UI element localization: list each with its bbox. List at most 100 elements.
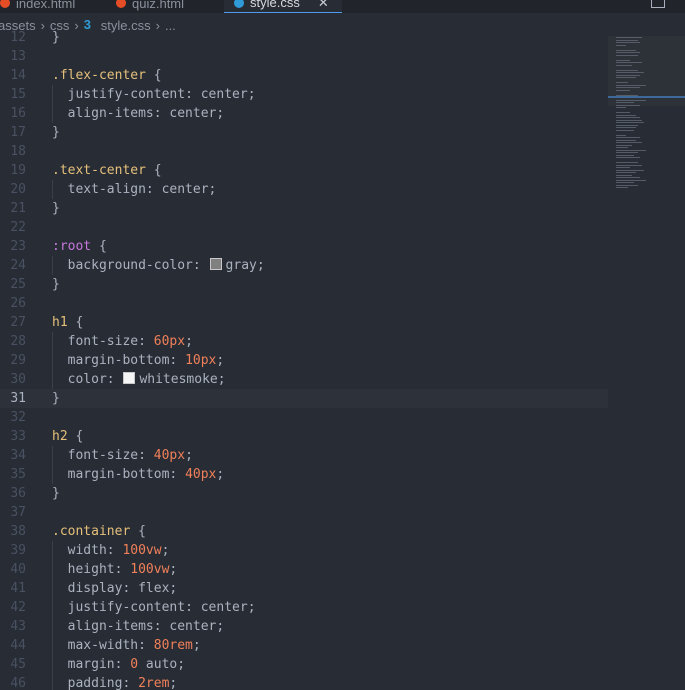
code-line[interactable]: 35 margin-bottom: 40px; — [0, 465, 608, 484]
line-number: 20 — [10, 182, 26, 197]
code-text: font-size: 60px; — [52, 332, 193, 351]
code-line[interactable]: 26 — [0, 294, 608, 313]
code-text: align-items: center; — [52, 617, 225, 636]
minimap[interactable] — [608, 27, 685, 690]
code-line[interactable]: 32 — [0, 408, 608, 427]
minimap-line — [616, 169, 644, 171]
line-number: 30 — [10, 372, 26, 387]
code-text: } — [52, 28, 60, 47]
code-line[interactable]: 16 align-items: center; — [0, 104, 608, 123]
tab-index-html[interactable]: index.html — [0, 0, 100, 13]
code-line[interactable]: 15 justify-content: center; — [0, 85, 608, 104]
code-line[interactable]: 13 — [0, 47, 608, 66]
tab-label: quiz.html — [132, 0, 185, 11]
code-token: ; — [177, 657, 186, 672]
code-text: :root { — [52, 237, 107, 256]
code-token: justify-content — [52, 600, 186, 615]
code-line[interactable]: 40 height: 100vw; — [0, 560, 608, 579]
css-icon — [234, 0, 244, 8]
minimap-line — [616, 42, 640, 43]
color-swatch-icon[interactable] — [209, 258, 222, 270]
code-line[interactable]: 14 .flex-center { — [0, 66, 608, 85]
code-line[interactable]: 44 max-width: 80rem; — [0, 636, 608, 655]
code-line[interactable]: 28 font-size: 60px; — [0, 332, 608, 351]
line-number: 23 — [10, 239, 26, 254]
line-number: 44 — [10, 638, 26, 653]
code-line[interactable]: 29 margin-bottom: 10px; — [0, 351, 608, 370]
code-line[interactable]: 23 :root { — [0, 237, 608, 256]
code-token: ; — [169, 562, 178, 577]
line-number: 26 — [10, 296, 26, 311]
code-line[interactable]: 46 padding: 2rem; — [0, 674, 608, 690]
code-text: margin-bottom: 10px; — [52, 351, 225, 370]
minimap-line — [616, 107, 626, 108]
code-line[interactable]: 18 — [0, 142, 608, 161]
code-token: ; — [216, 353, 225, 368]
code-line[interactable]: 31} — [0, 389, 608, 408]
code-token: 80rem — [153, 638, 193, 653]
code-line[interactable]: 22 — [0, 218, 608, 237]
code-token: ; — [192, 638, 201, 653]
code-token: : — [138, 334, 154, 349]
code-token: flex — [138, 581, 170, 596]
code-token: font-size — [52, 448, 139, 463]
line-number: 31 — [10, 391, 26, 406]
code-token: margin — [52, 657, 115, 672]
code-token: text-align — [52, 182, 146, 197]
code-token: } — [52, 201, 60, 216]
code-token: height — [52, 562, 115, 577]
code-line[interactable]: 41 display: flex; — [0, 579, 608, 598]
minimap-line — [616, 122, 644, 123]
line-number: 34 — [10, 448, 26, 463]
line-number: 25 — [10, 277, 26, 292]
code-line[interactable]: 21} — [0, 199, 608, 218]
minimap-cursor-line — [608, 96, 685, 98]
code-text: margin-bottom: 40px; — [52, 465, 225, 484]
code-line[interactable]: 24 background-color: gray; — [0, 256, 608, 275]
code-line[interactable]: 34 font-size: 40px; — [0, 446, 608, 465]
code-line[interactable]: 38 .container { — [0, 522, 608, 541]
code-line[interactable]: 43 align-items: center; — [0, 617, 608, 636]
code-token: ; — [169, 676, 178, 690]
code-line[interactable]: 27 h1 { — [0, 313, 608, 332]
color-swatch-icon[interactable] — [123, 372, 136, 384]
code-token: center — [200, 600, 248, 615]
code-token: .container — [52, 524, 131, 539]
code-editor[interactable]: 12} 13 14 .flex-center {15 justify-content:… — [0, 27, 608, 690]
close-icon[interactable]: ✕ — [318, 0, 329, 11]
minimap-line — [616, 164, 642, 166]
code-text: display: flex; — [52, 579, 178, 598]
code-token: center — [169, 106, 217, 121]
code-token: { — [67, 315, 84, 330]
line-number: 13 — [10, 49, 26, 64]
code-token: justify-content — [52, 87, 186, 102]
code-line[interactable]: 19 .text-center { — [0, 161, 608, 180]
code-line[interactable]: 30 color: whitesmoke; — [0, 370, 608, 389]
tab-style-css[interactable]: style.css ✕ — [224, 0, 342, 13]
code-line[interactable]: 36} — [0, 484, 608, 503]
code-token: : — [114, 562, 131, 577]
tab-quiz-html[interactable]: quiz.html — [116, 0, 216, 13]
code-line[interactable]: 33 h2 { — [0, 427, 608, 446]
code-line[interactable]: 17} — [0, 123, 608, 142]
code-text: font-size: 40px; — [52, 446, 193, 465]
tab-label: style.css — [250, 0, 300, 10]
minimap-line — [616, 62, 642, 63]
line-number: 32 — [10, 410, 26, 425]
code-token: : — [106, 543, 123, 558]
code-line[interactable]: 25} — [0, 275, 608, 294]
minimap-line — [616, 74, 640, 76]
code-token: { — [145, 163, 162, 178]
line-number: 42 — [10, 600, 26, 615]
split-editor-icon[interactable] — [651, 0, 665, 8]
code-line[interactable]: 45 margin: 0 auto; — [0, 655, 608, 674]
code-line[interactable]: 20 text-align: center; — [0, 180, 608, 199]
code-line[interactable]: 37 — [0, 503, 608, 522]
code-token: center — [161, 182, 209, 197]
code-token: ; — [216, 619, 225, 634]
code-line[interactable]: 39 width: 100vw; — [0, 541, 608, 560]
code-line[interactable]: 12} — [0, 28, 608, 47]
code-token: : — [138, 638, 154, 653]
code-line[interactable]: 42 justify-content: center; — [0, 598, 608, 617]
code-token: ; — [256, 258, 265, 273]
